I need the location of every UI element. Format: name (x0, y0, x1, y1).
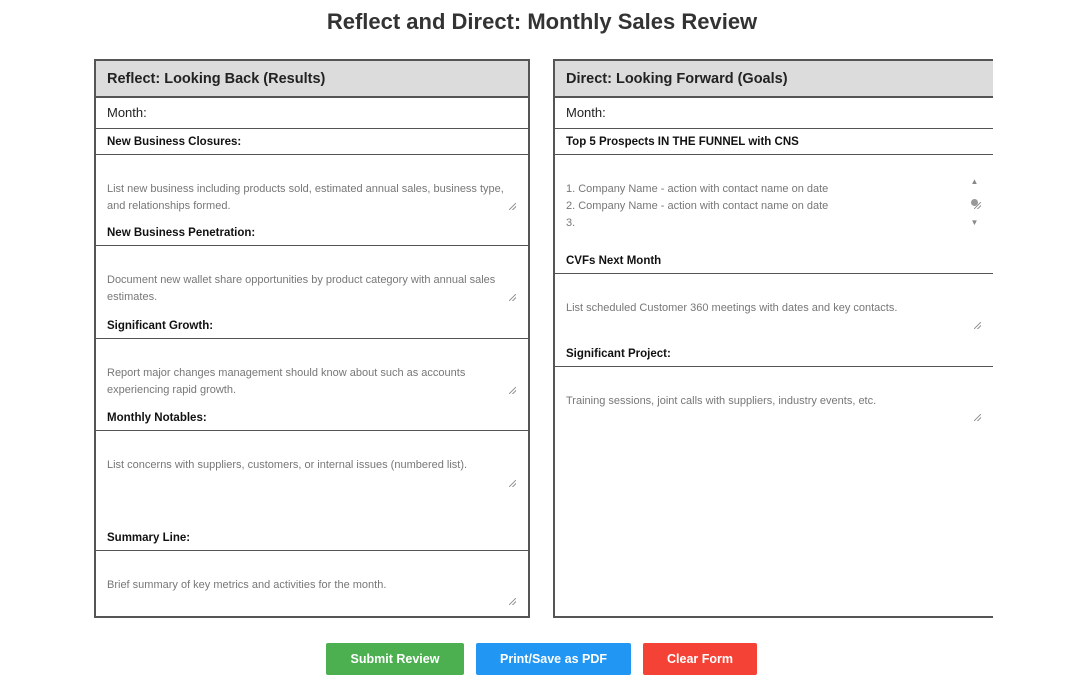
scroll-down-icon[interactable]: ▼ (970, 218, 979, 228)
cvfs-next-month-placeholder: List scheduled Customer 360 meetings wit… (566, 302, 898, 314)
page-title: Reflect and Direct: Monthly Sales Review (326, 9, 758, 34)
monthly-notables-textarea[interactable]: List concerns with suppliers, customers,… (96, 431, 528, 525)
resize-handle-icon[interactable] (509, 598, 516, 605)
top-prospects-textarea[interactable]: 1. Company Name - action with contact na… (555, 155, 993, 248)
submit-review-button[interactable]: Submit Review (326, 643, 464, 675)
resize-handle-icon[interactable] (974, 322, 981, 329)
significant-growth-placeholder: Report major changes management should k… (107, 367, 466, 396)
resize-handle-icon[interactable] (974, 202, 981, 209)
direct-panel: Direct: Looking Forward (Goals) Month: T… (553, 59, 993, 618)
direct-month-field[interactable]: Month: (555, 98, 993, 129)
significant-growth-label: Significant Growth: (96, 313, 528, 339)
new-business-penetration-label: New Business Penetration: (96, 220, 528, 246)
resize-handle-icon[interactable] (509, 203, 516, 210)
top-prospects-label: Top 5 Prospects IN THE FUNNEL with CNS (555, 129, 993, 155)
new-business-closures-textarea[interactable]: List new business including products sol… (96, 155, 528, 220)
print-save-pdf-button[interactable]: Print/Save as PDF (476, 643, 631, 675)
scroll-up-icon[interactable]: ▲ (970, 177, 979, 187)
reflect-panel-header: Reflect: Looking Back (Results) (96, 61, 528, 98)
new-business-penetration-textarea[interactable]: Document new wallet share opportunities … (96, 246, 528, 313)
monthly-notables-label: Monthly Notables: (96, 405, 528, 431)
cvfs-next-month-label: CVFs Next Month (555, 248, 993, 274)
resize-handle-icon[interactable] (509, 294, 516, 301)
summary-line-textarea[interactable]: Brief summary of key metrics and activit… (96, 551, 528, 613)
summary-line-placeholder: Brief summary of key metrics and activit… (107, 579, 387, 591)
reflect-month-field[interactable]: Month: (96, 98, 528, 129)
new-business-closures-placeholder: List new business including products sol… (107, 183, 504, 212)
summary-line-label: Summary Line: (96, 525, 528, 551)
new-business-closures-label: New Business Closures: (96, 129, 528, 155)
significant-project-placeholder: Training sessions, joint calls with supp… (566, 395, 877, 407)
significant-project-label: Significant Project: (555, 341, 993, 367)
significant-project-textarea[interactable]: Training sessions, joint calls with supp… (555, 367, 993, 427)
significant-growth-textarea[interactable]: Report major changes management should k… (96, 339, 528, 405)
new-business-penetration-placeholder: Document new wallet share opportunities … (107, 274, 496, 303)
cvfs-next-month-textarea[interactable]: List scheduled Customer 360 meetings wit… (555, 274, 993, 341)
monthly-notables-placeholder: List concerns with suppliers, customers,… (107, 459, 468, 471)
resize-handle-icon[interactable] (509, 480, 516, 487)
form-actions: Submit Review Print/Save as PDF Clear Fo… (0, 643, 1080, 675)
clear-form-button[interactable]: Clear Form (643, 643, 757, 675)
direct-panel-header: Direct: Looking Forward (Goals) (555, 61, 993, 98)
resize-handle-icon[interactable] (974, 414, 981, 421)
reflect-panel: Reflect: Looking Back (Results) Month: N… (94, 59, 530, 618)
resize-handle-icon[interactable] (509, 387, 516, 394)
top-prospects-placeholder: 1. Company Name - action with contact na… (566, 183, 829, 229)
